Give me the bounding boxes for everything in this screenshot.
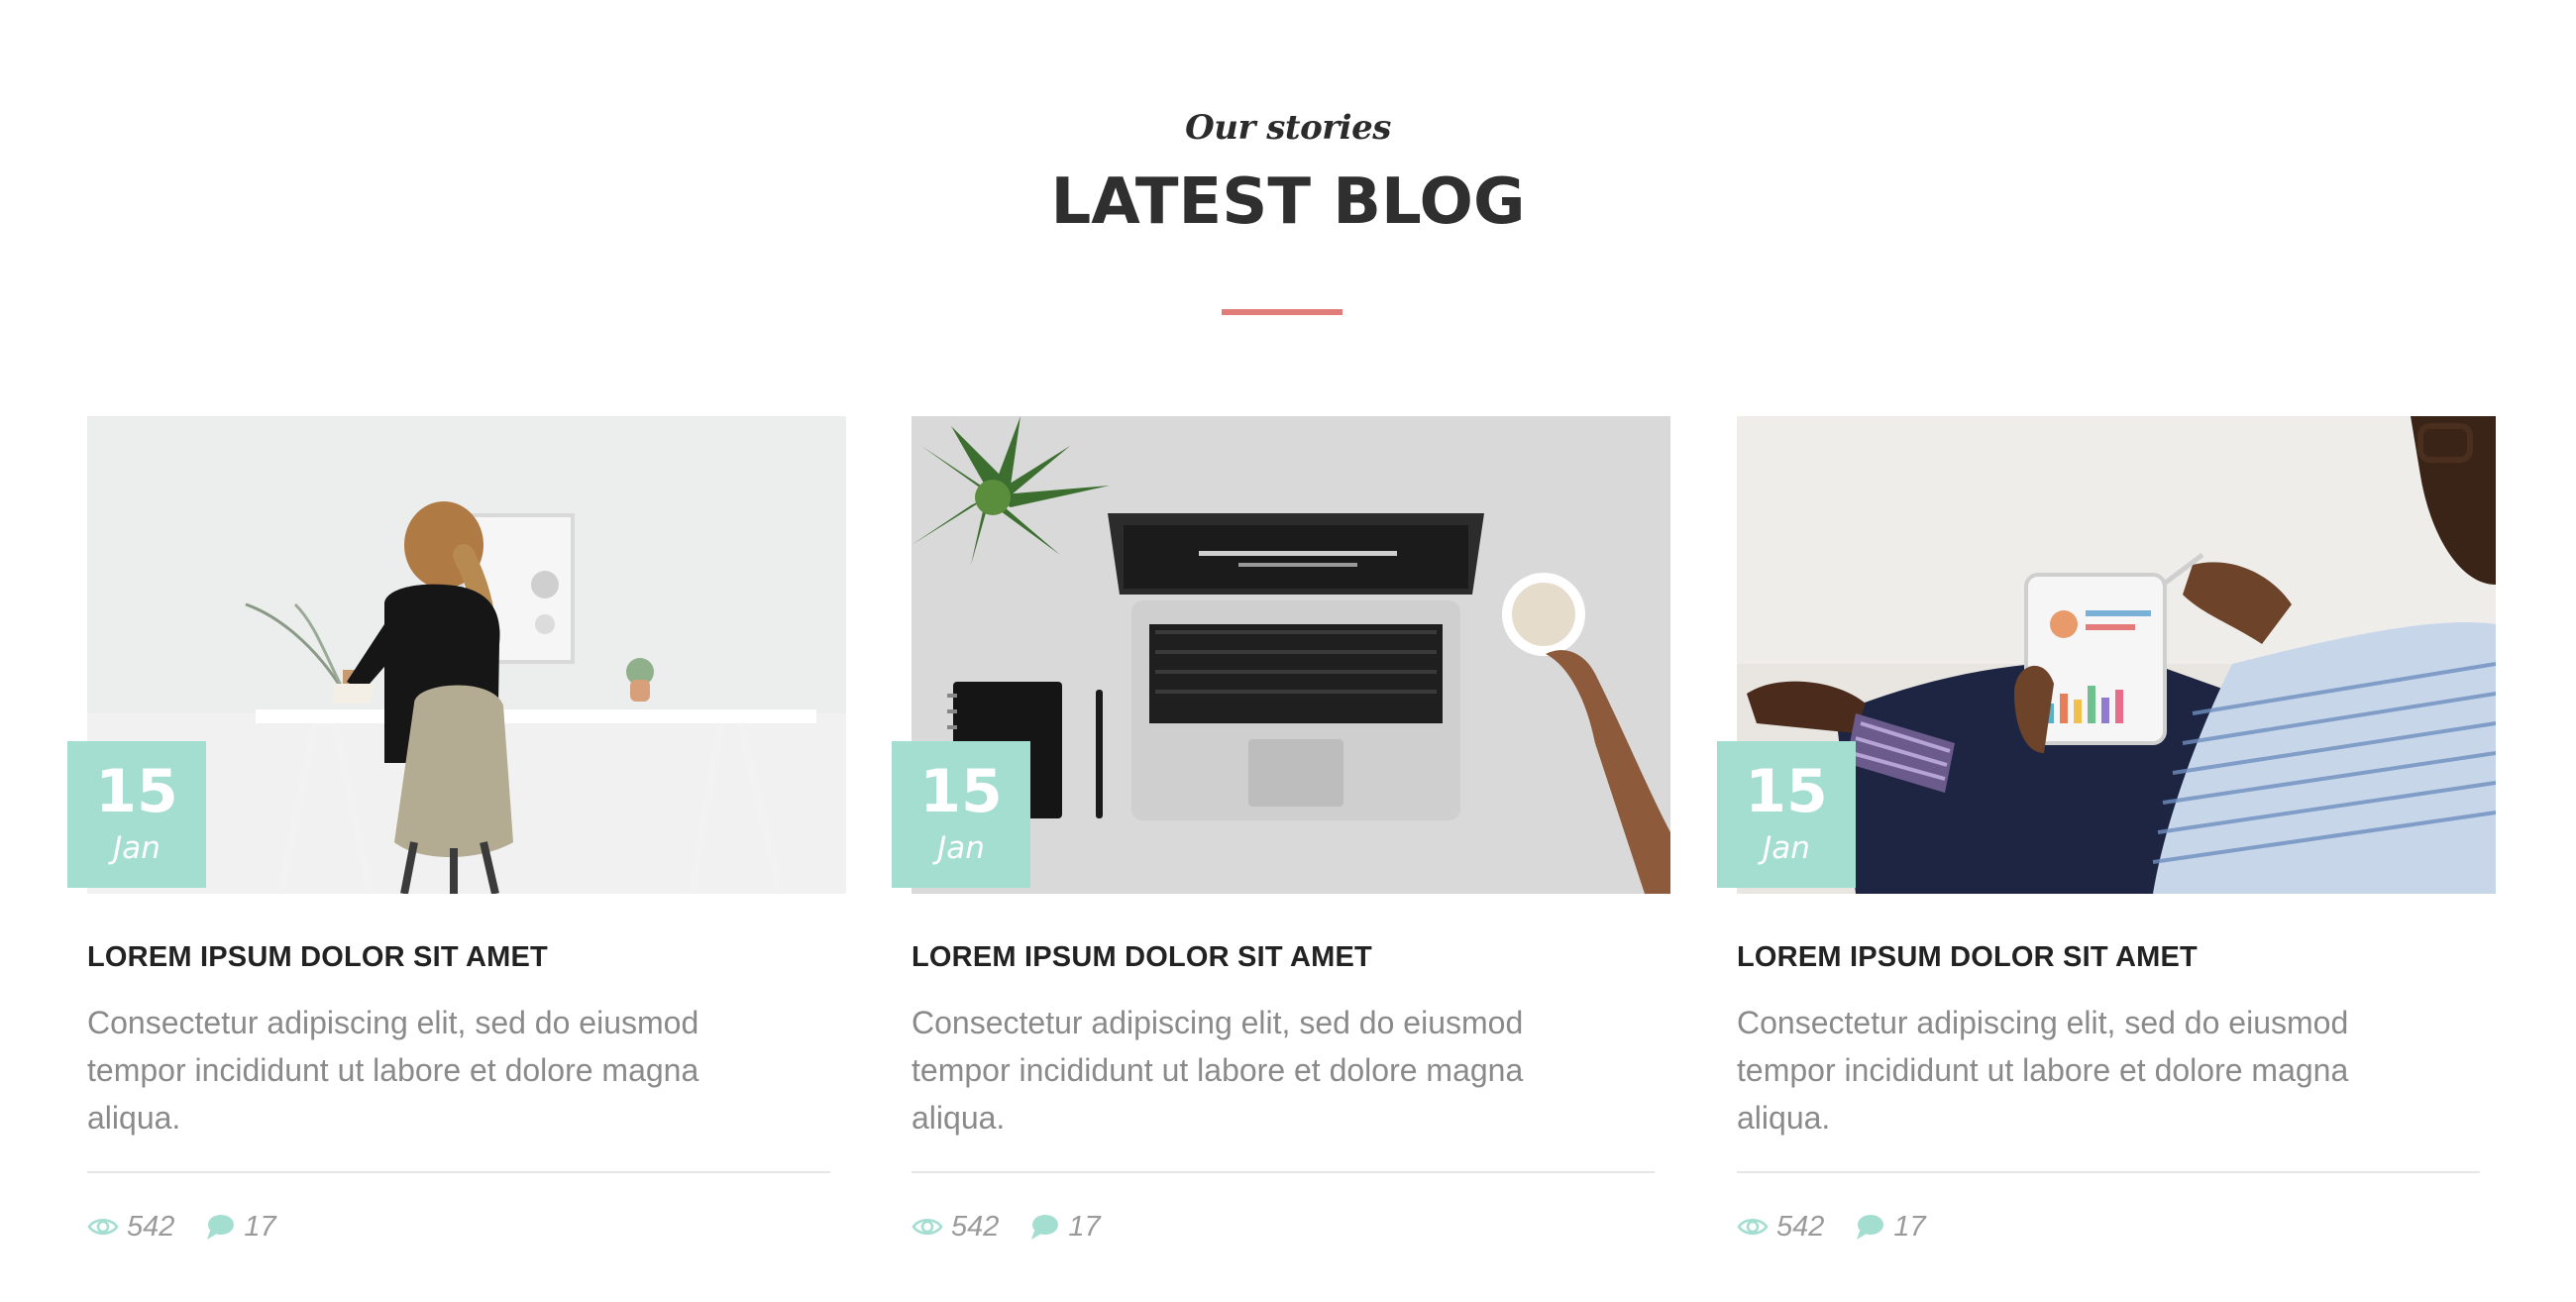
date-day: 15 [1745,757,1828,826]
comments-count: 17 [244,1210,276,1243]
speech-bubble-icon [204,1211,236,1243]
post-excerpt: Consectetur adipiscing elit, sed do eius… [87,1005,699,1136]
post-title-link[interactable]: LOREM IPSUM DOLOR SIT AMET [912,937,1670,977]
views-count: 542 [1776,1210,1825,1243]
date-badge: 15 Jan [1717,741,1856,888]
title-underline [1222,309,1342,315]
comments-count: 17 [1068,1210,1101,1243]
blog-card[interactable]: 15 Jan LOREM IPSUM DOLOR SIT AMET Consec… [67,416,846,1268]
card-divider [87,1171,830,1173]
speech-bubble-icon [1028,1211,1060,1243]
comments-count: 17 [1893,1210,1926,1243]
post-meta: 542 17 [1737,1205,1956,1248]
date-day: 15 [95,757,178,826]
date-month: Jan [113,830,161,866]
date-badge: 15 Jan [892,741,1030,888]
blog-card[interactable]: 15 Jan LOREM IPSUM DOLOR SIT AMET Consec… [892,416,1670,1268]
card-divider [1737,1171,2480,1173]
eye-icon [912,1211,943,1243]
speech-bubble-icon [1854,1211,1885,1243]
post-excerpt: Consectetur adipiscing elit, sed do eius… [1737,1005,2349,1136]
post-title-link[interactable]: LOREM IPSUM DOLOR SIT AMET [87,937,846,977]
post-title-link[interactable]: LOREM IPSUM DOLOR SIT AMET [1737,937,2496,977]
post-meta: 542 17 [912,1205,1130,1248]
section-title: LATEST BLOG [1050,165,1526,239]
section-kicker: Our stories [1185,108,1391,148]
eye-icon [87,1211,119,1243]
date-month: Jan [1763,830,1810,866]
post-meta: 542 17 [87,1205,306,1248]
eye-icon [1737,1211,1769,1243]
date-day: 15 [919,757,1003,826]
date-badge: 15 Jan [67,741,206,888]
card-divider [912,1171,1655,1173]
views-count: 542 [127,1210,175,1243]
views-count: 542 [951,1210,1000,1243]
blog-card[interactable]: 15 Jan LOREM IPSUM DOLOR SIT AMET Consec… [1717,416,2496,1268]
date-month: Jan [937,830,985,866]
post-excerpt: Consectetur adipiscing elit, sed do eius… [912,1005,1524,1136]
